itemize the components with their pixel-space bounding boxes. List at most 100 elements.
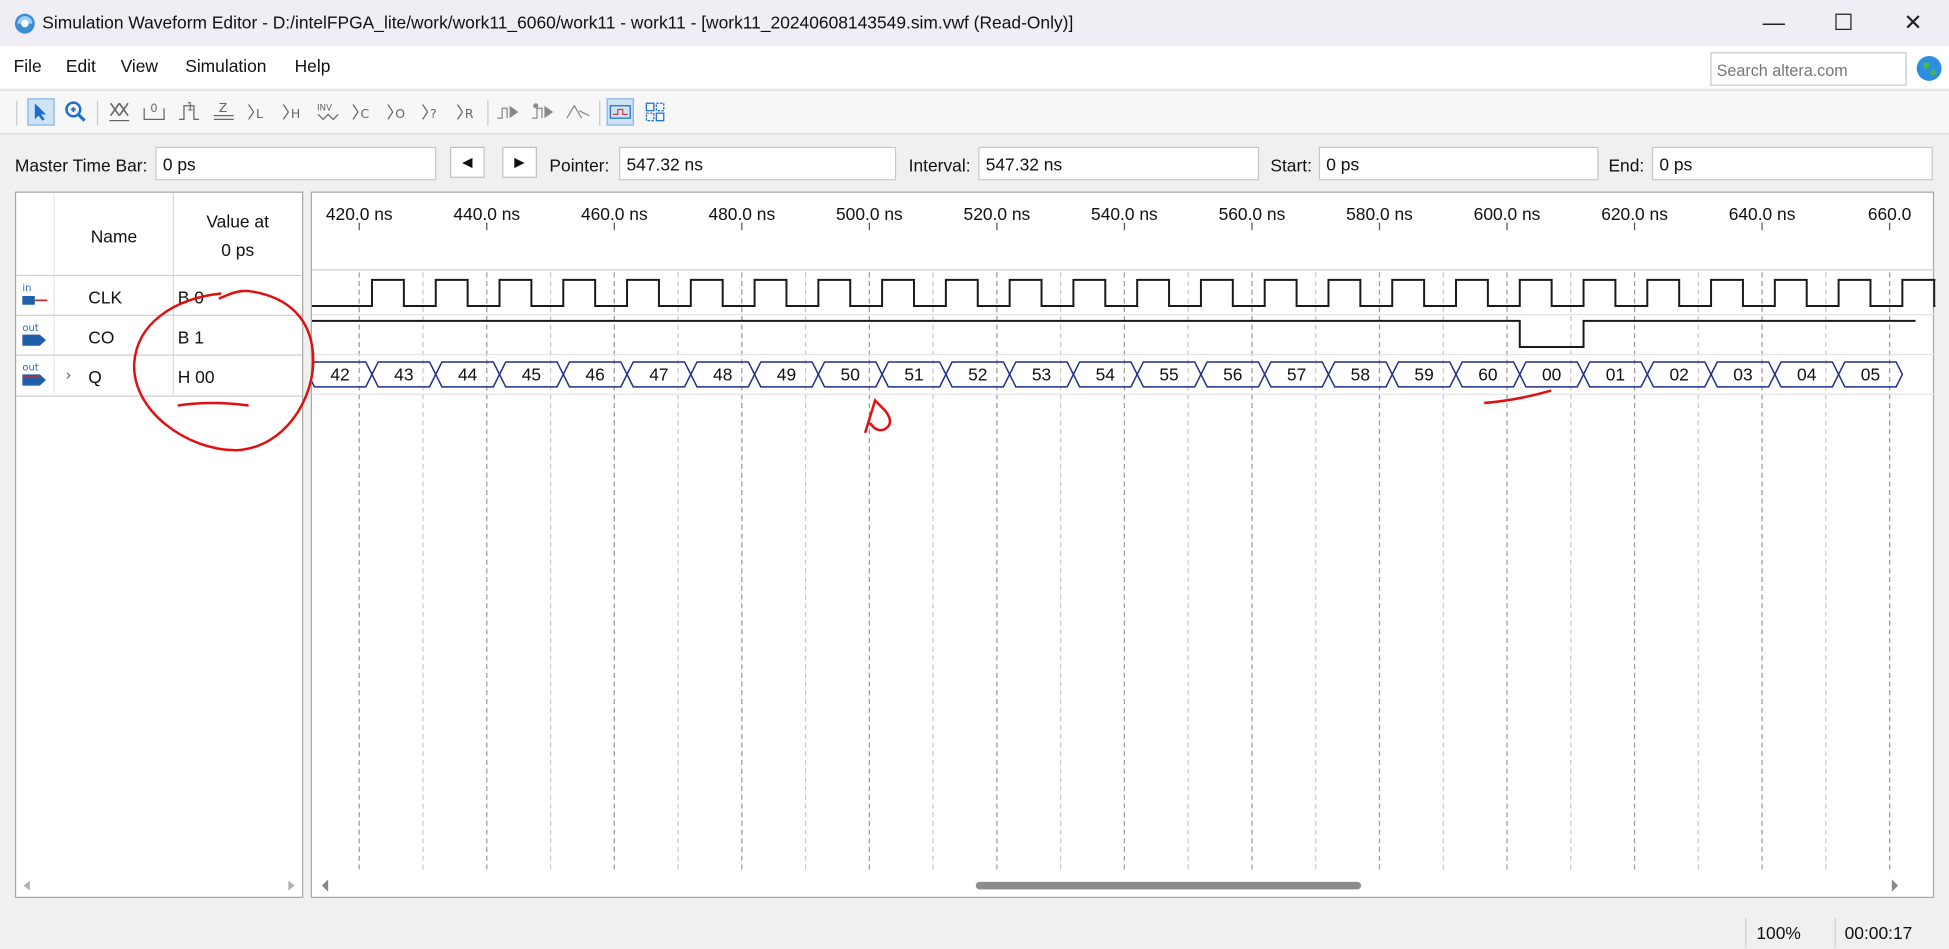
invert-icon[interactable]: INV — [314, 98, 341, 125]
force-unknown-icon[interactable] — [106, 98, 133, 125]
force-low-icon[interactable]: 0 — [140, 98, 167, 125]
menu-bar: File Edit View Simulation Help — [0, 46, 1949, 89]
q-bus-value: 60 — [1478, 365, 1497, 385]
q-bus-value: 04 — [1797, 365, 1817, 385]
window-title: Simulation Waveform Editor - D:/intelFPG… — [42, 12, 1074, 33]
signal-row-q[interactable]: out › Q H 00 — [16, 354, 303, 397]
menu-file[interactable]: File — [14, 56, 42, 76]
time-label: 460.0 ns — [581, 204, 648, 224]
time-label: 500.0 ns — [836, 204, 903, 224]
clk-waveform — [311, 278, 1936, 307]
globe-icon[interactable] — [1915, 55, 1942, 82]
master-time-bar-field[interactable]: 0 ps — [155, 146, 437, 181]
pointer-field[interactable]: 547.32 ns — [619, 146, 897, 181]
count-value-icon[interactable]: C — [349, 98, 376, 125]
q-bus-value: 02 — [1670, 365, 1689, 385]
value-column-header-time: 0 ps — [221, 240, 255, 260]
arbitrary-value-icon[interactable]: ? — [419, 98, 446, 125]
time-label: 580.0 ns — [1346, 204, 1413, 224]
svg-text:INV: INV — [317, 104, 332, 114]
signal-value: B 0 — [177, 287, 204, 308]
menu-simulation[interactable]: Simulation — [185, 56, 266, 76]
previous-transition-button[interactable]: ◀ — [449, 146, 485, 178]
maximize-button[interactable]: ☐ — [1809, 0, 1879, 46]
expand-chevron-icon[interactable]: › — [66, 366, 71, 383]
run-timing-simulation-icon[interactable] — [530, 98, 557, 125]
q-bus-value: 55 — [1159, 365, 1178, 385]
waveform-panel[interactable]: 420.0 ns 440.0 ns 460.0 ns 480.0 ns 500.0 ns… — [310, 191, 1936, 899]
q-bus-value: 59 — [1414, 365, 1433, 385]
simulation-waveform-editor-window: Simulation Waveform Editor - D:/intelFPG… — [0, 0, 1949, 949]
q-bus-value: 50 — [841, 365, 860, 385]
input-pin-label: in — [22, 283, 31, 294]
co-waveform — [311, 319, 1916, 349]
zoom-tool-icon[interactable] — [62, 98, 89, 125]
waveform-compare-icon[interactable] — [606, 98, 634, 126]
q-bus-value: 57 — [1287, 365, 1306, 385]
svg-text:C: C — [360, 106, 369, 121]
output-pin-label: out — [22, 323, 38, 334]
menu-help[interactable]: Help — [295, 56, 331, 76]
q-bus-value: 56 — [1223, 365, 1242, 385]
q-bus-value: 05 — [1861, 365, 1880, 385]
search-input[interactable]: Search altera.com — [1710, 52, 1907, 86]
toolbar-separator — [96, 100, 99, 126]
horizontal-scroll-thumb — [975, 881, 1362, 890]
menu-edit[interactable]: Edit — [66, 56, 96, 76]
toolbar-separator — [599, 100, 601, 126]
signal-value: H 00 — [177, 366, 215, 387]
q-bus-value: 43 — [394, 365, 413, 385]
start-label: Start: — [1270, 155, 1312, 176]
q-bus-value: 49 — [777, 365, 796, 385]
scroll-left-arrow-icon — [321, 879, 329, 892]
q-bus-value: 48 — [713, 365, 732, 385]
signal-row-clk[interactable]: in CLK B 0 — [16, 274, 303, 316]
time-label: 600.0 ns — [1474, 204, 1541, 224]
status-separator — [1745, 917, 1747, 948]
value-column-header[interactable]: Value at — [206, 211, 269, 231]
menu-view[interactable]: View — [121, 56, 158, 76]
q-bus-value: 54 — [1096, 365, 1116, 385]
end-field[interactable]: 0 ps — [1651, 146, 1933, 181]
force-high-icon[interactable]: 1 — [175, 98, 202, 125]
random-values-icon[interactable]: R — [454, 98, 481, 125]
force-high-impedance-icon[interactable]: Z — [210, 98, 237, 125]
toolbar-separator — [16, 100, 18, 126]
elapsed-time: 00:00:17 — [1844, 922, 1913, 943]
svg-text:Z: Z — [219, 101, 228, 115]
overwrite-clock-icon[interactable]: O — [384, 98, 411, 125]
zoom-level: 100% — [1756, 922, 1801, 943]
end-label: End: — [1608, 155, 1645, 176]
force-weak-high-icon[interactable]: H — [280, 98, 307, 125]
start-field[interactable]: 0 ps — [1318, 146, 1599, 181]
force-weak-low-icon[interactable]: L — [245, 98, 272, 125]
q-bus-value: 00 — [1542, 365, 1561, 385]
snap-to-grid-icon[interactable] — [641, 98, 668, 125]
time-label: 560.0 ns — [1219, 204, 1286, 224]
time-label: 420.0 ns — [326, 204, 393, 224]
quartus-app-icon — [14, 13, 35, 34]
close-button[interactable]: ✕ — [1878, 0, 1948, 46]
next-transition-button[interactable]: ▶ — [502, 146, 537, 178]
q-bus-value: 03 — [1733, 365, 1752, 385]
left-panel-horizontal-scrollbar[interactable] — [17, 877, 300, 894]
q-bus-value: 45 — [522, 365, 541, 385]
signal-name: CLK — [88, 287, 123, 308]
scroll-left-arrow-icon — [23, 880, 30, 891]
generate-netlist-icon[interactable] — [564, 98, 591, 125]
minimize-button[interactable]: — — [1739, 0, 1809, 46]
signal-row-co[interactable]: out CO B 1 — [16, 314, 303, 356]
interval-field[interactable]: 547.32 ns — [978, 146, 1260, 181]
selection-tool-icon[interactable] — [27, 98, 55, 126]
svg-text:L: L — [256, 106, 263, 121]
q-bus-value: 44 — [458, 365, 478, 385]
waveform-canvas[interactable]: 420.0 ns 440.0 ns 460.0 ns 480.0 ns 500.0 ns… — [311, 193, 1936, 899]
name-column-header[interactable]: Name — [91, 226, 137, 246]
title-bar: Simulation Waveform Editor - D:/intelFPG… — [0, 0, 1949, 47]
pointer-label: Pointer: — [549, 155, 610, 176]
output-pin-icon: out — [22, 323, 46, 346]
svg-text:1: 1 — [186, 101, 193, 114]
run-functional-simulation-icon[interactable] — [495, 98, 522, 125]
master-time-bar-label: Master Time Bar: — [14, 155, 148, 176]
toolbar-separator — [487, 100, 489, 126]
